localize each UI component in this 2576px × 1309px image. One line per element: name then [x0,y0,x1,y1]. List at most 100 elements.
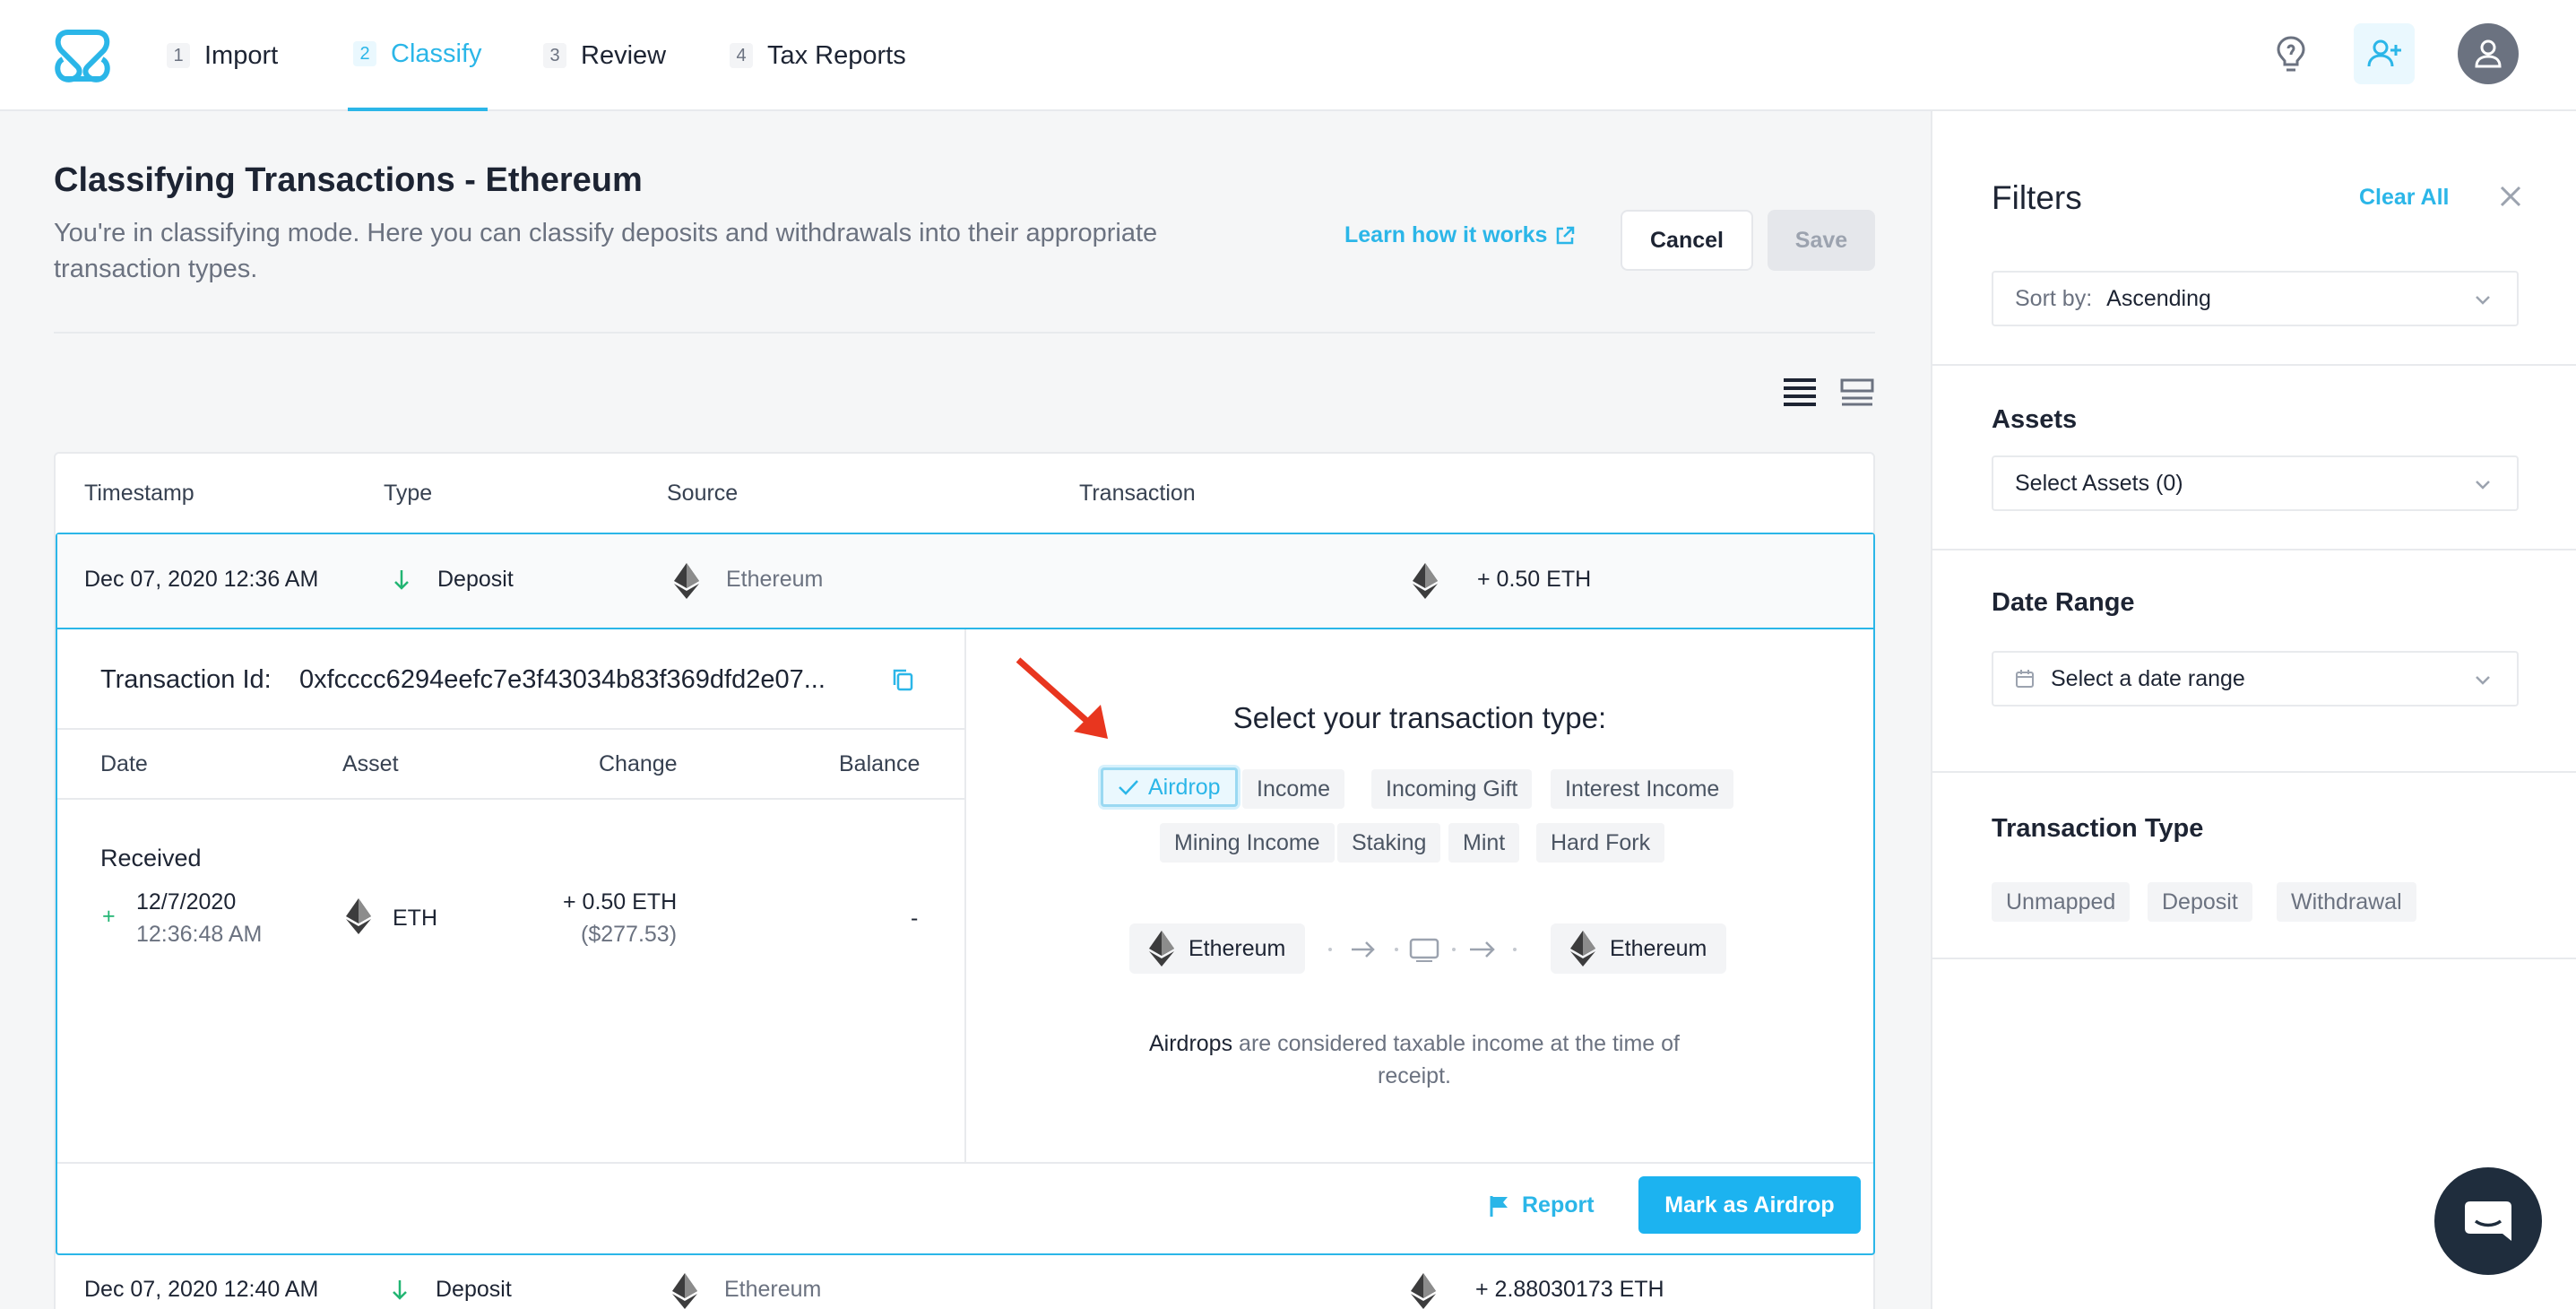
divider [57,798,964,800]
ethereum-icon [1413,563,1438,599]
detail-header-change: Change [599,751,678,776]
date-range-dropdown[interactable]: Select a date range [1992,651,2519,707]
column-header-timestamp[interactable]: Timestamp [84,481,194,507]
sort-dropdown[interactable]: Sort by: Ascending [1992,271,2519,326]
external-link-icon [1557,226,1575,244]
step-label: Tax Reports [767,40,906,70]
step-label: Review [581,40,667,70]
column-header-source[interactable]: Source [667,481,738,507]
note-text: are considered taxable income at the tim… [1232,1031,1680,1088]
assets-dropdown[interactable]: Select Assets (0) [1992,455,2519,511]
row-timestamp: Dec 07, 2020 12:36 AM [84,567,319,592]
transaction-type-section-title: Transaction Type [1992,814,2204,843]
entry-change: + 0.50 ETH [563,889,678,915]
step-label: Classify [391,39,482,68]
type-chip-incoming-gift[interactable]: Incoming Gift [1371,769,1533,809]
sort-value: Ascending [2106,285,2211,311]
step-tax-reports[interactable]: 4 Tax Reports [730,0,906,111]
cancel-button[interactable]: Cancel [1621,210,1753,271]
ethereum-icon [674,563,699,599]
select-type-title: Select your transaction type: [1232,701,1607,734]
divider [1932,364,2576,366]
step-review[interactable]: 3 Review [543,0,666,111]
step-classify[interactable]: 2 Classify [348,0,488,111]
app-logo-icon[interactable] [50,23,115,88]
arrow-down-icon [393,568,411,590]
mark-as-airdrop-button[interactable]: Mark as Airdrop [1638,1176,1861,1234]
table-row[interactable]: Dec 07, 2020 12:36 AM Deposit Ethereum +… [57,534,1873,629]
list-view-icon[interactable] [1782,377,1818,409]
invite-user-button[interactable] [2354,23,2415,84]
row-type: Deposit [436,1277,512,1302]
flag-icon [1490,1195,1508,1217]
row-transaction-amount: + 0.50 ETH [1477,567,1592,592]
row-transaction-amount: + 2.88030173 ETH [1475,1277,1664,1302]
type-chip-hard-fork[interactable]: Hard Fork [1536,823,1665,863]
filter-chip-withdrawal[interactable]: Withdrawal [2277,882,2416,922]
transaction-id-label: Transaction Id: [100,665,272,694]
entry-balance: - [911,906,919,931]
step-number: 1 [167,43,190,68]
column-header-type[interactable]: Type [384,481,432,507]
page-title: Classifying Transactions - Ethereum [54,161,643,199]
user-avatar-icon [2475,39,2502,68]
add-user-icon [2367,39,2401,67]
chip-label: Airdrop [1148,774,1221,800]
filter-chip-deposit[interactable]: Deposit [2148,882,2252,922]
transactions-table: Timestamp Type Source Transaction Dec 07… [54,452,1875,1309]
type-chip-mint[interactable]: Mint [1448,823,1520,863]
copy-icon[interactable] [891,667,914,692]
type-chip-staking[interactable]: Staking [1337,823,1441,863]
step-import[interactable]: 1 Import [167,0,278,111]
flow-destination-label: Ethereum [1610,935,1707,961]
learn-how-it-works-link[interactable]: Learn how it works [1344,222,1576,248]
step-number: 3 [543,43,566,68]
help-lightbulb-button[interactable] [2260,23,2321,84]
flow-source-chip: Ethereum [1129,923,1306,974]
row-action-footer: Report Mark as Airdrop [57,1162,1873,1255]
row-timestamp: Dec 07, 2020 12:40 AM [84,1277,319,1302]
step-number: 2 [353,41,376,66]
type-chip-interest-income[interactable]: Interest Income [1551,769,1734,809]
table-row[interactable]: Dec 07, 2020 12:40 AM Deposit Ethereum +… [56,1261,1873,1309]
header-divider [54,332,1875,334]
classify-panel: Select your transaction type: Airdrop In… [966,629,1873,1162]
type-chip-income[interactable]: Income [1242,769,1344,809]
clear-all-button[interactable]: Clear All [2359,185,2450,211]
assets-section-title: Assets [1992,405,2078,434]
page-description: You're in classifying mode. Here you can… [54,219,1158,283]
entry-asset: ETH [393,906,437,931]
user-avatar-button[interactable] [2458,23,2519,84]
sort-label: Sort by: [2015,285,2093,311]
chat-support-button[interactable] [2434,1167,2542,1275]
save-button[interactable]: Save [1768,210,1875,271]
divider [1932,771,2576,773]
top-navigation-bar: 1 Import 2 Classify 3 Review 4 Tax Repor… [0,0,2576,111]
filter-chip-unmapped[interactable]: Unmapped [1992,882,2131,922]
entry-time: 12:36:48 AM [136,922,263,947]
entry-change-usd: ($277.53) [581,922,678,947]
report-button[interactable]: Report [1490,1192,1595,1218]
compact-view-icon[interactable] [1839,377,1875,409]
check-icon [1119,780,1138,795]
step-label: Import [204,40,279,70]
type-chip-airdrop[interactable]: Airdrop [1101,767,1238,807]
transaction-id-value: 0xfcccc6294eefc7e3f43034b83f369dfd2e07..… [299,665,826,694]
column-header-transaction[interactable]: Transaction [1079,481,1196,507]
chat-icon [2465,1201,2511,1241]
assets-value: Select Assets (0) [2015,470,2183,496]
learn-link-label: Learn how it works [1344,222,1548,247]
filters-title: Filters [1992,179,2082,216]
chevron-down-icon [2476,676,2490,685]
detail-header-balance: Balance [839,751,921,776]
close-icon[interactable] [2497,183,2524,210]
row-source: Ethereum [724,1277,822,1302]
lightbulb-icon [2277,36,2305,72]
divider [57,728,964,730]
flow-source-label: Ethereum [1189,935,1286,961]
chevron-down-icon [2476,296,2490,305]
filters-sidebar: Filters Clear All Sort by: Ascending Ass… [1931,111,2576,1309]
ethereum-icon [672,1273,697,1309]
type-chip-mining-income[interactable]: Mining Income [1160,823,1335,863]
calendar-icon [2016,670,2034,688]
